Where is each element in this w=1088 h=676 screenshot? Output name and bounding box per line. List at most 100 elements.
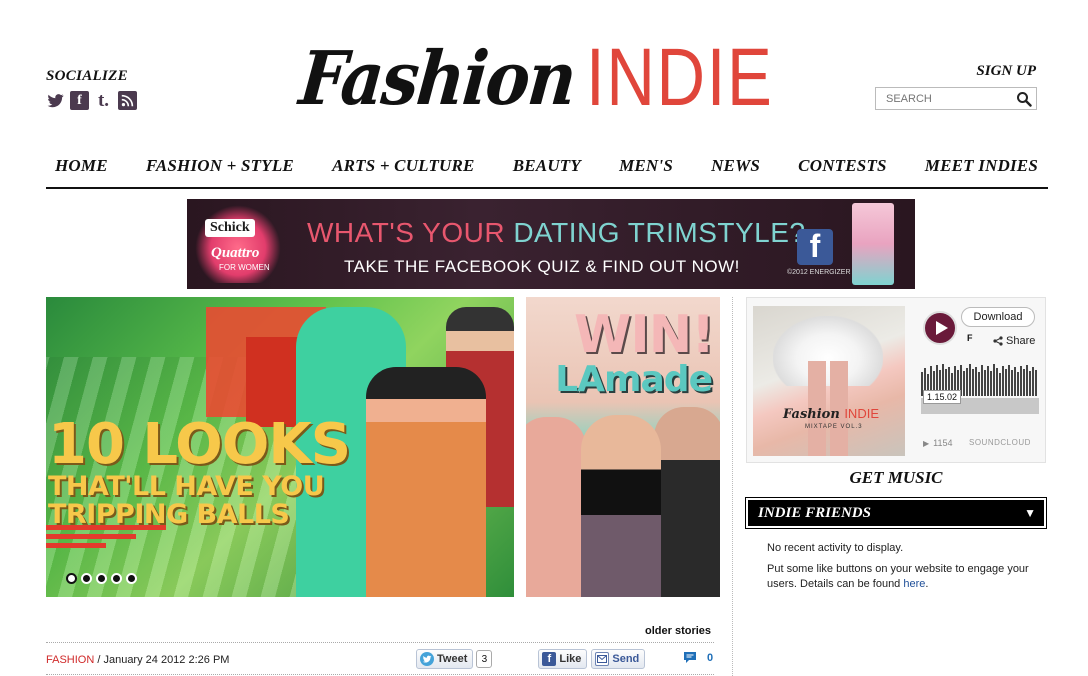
logo-indie: INDIE [586,31,774,123]
indie-friends-header[interactable]: INDIE FRIENDS ▼ [745,497,1047,529]
razor-product-image [852,203,894,285]
schick-brand-logo: Schick Quattro FOR WOMEN [195,205,281,283]
tweet-button[interactable]: Tweet [416,649,474,669]
older-stories-link[interactable]: older stories [645,625,711,637]
banner-headline-a: WHAT'S YOUR [307,217,514,248]
tumblr-icon[interactable]: t. [94,90,113,111]
chevron-down-icon[interactable]: ▼ [1024,506,1036,520]
page: SOCIALIZE f t. Fashion INDIE SIGN UP HOM… [0,0,1088,676]
site-logo[interactable]: Fashion INDIE [296,20,790,135]
divider [46,674,714,675]
banner-headline: WHAT'S YOUR DATING TRIMSTYLE? [307,217,806,249]
like-button[interactable]: f Like [538,649,588,669]
nav-contests[interactable]: CONTESTS [798,156,887,176]
socialize-block: SOCIALIZE f t. [46,68,137,111]
rss-icon[interactable] [118,91,137,110]
slider-dot[interactable] [66,573,77,584]
search-icon[interactable] [1016,91,1032,107]
track-title: F [967,333,973,343]
search-input[interactable] [886,92,1011,105]
post-date: / January 24 2012 2:26 PM [94,654,230,666]
slider-dot[interactable] [126,573,137,584]
download-button[interactable]: Download [961,307,1035,327]
post-category-link[interactable]: FASHION [46,654,94,666]
nav-news[interactable]: NEWS [711,156,760,176]
album-subtitle: MIXTAPE VOL.3 [805,424,863,430]
nav-meet-indies[interactable]: MEET INDIES [925,156,1038,176]
album-artwork: Fashion INDIE MIXTAPE VOL.3 [753,306,905,456]
win-promo[interactable]: WIN! LAmade [526,297,720,597]
nav-beauty[interactable]: BEAUTY [513,156,581,176]
comments-number: 0 [707,651,714,664]
banner-copyright: ©2012 ENERGIZER [787,269,851,276]
album-title: Fashion INDIE [783,406,879,422]
share-button[interactable]: Share [993,335,1035,347]
banner-subline: TAKE THE FACEBOOK QUIZ & FIND OUT NOW! [344,257,740,276]
search-box [875,87,1037,110]
banner-ad[interactable]: Schick Quattro FOR WOMEN WHAT'S YOUR DAT… [187,199,915,289]
play-count-value: 1154 [933,438,953,448]
socialize-title: SOCIALIZE [46,68,128,84]
brand-name: Schick [205,219,255,237]
play-button[interactable] [923,311,957,345]
brand-sub2: FOR WOMEN [219,263,270,272]
share-bar: Tweet 3 f Like Send [416,649,646,669]
send-icon [595,652,610,666]
post-meta: FASHION / January 24 2012 2:26 PM [46,654,229,666]
feature-line1: 10 LOOKS [48,412,351,477]
divider [46,642,714,643]
tweet-count: 3 [476,650,493,668]
play-count: ▶ 1154 [923,438,953,448]
album-title-b: INDIE [844,406,879,421]
twitter-icon[interactable] [46,91,65,110]
nav-mens[interactable]: MEN'S [619,156,673,176]
promo-win: WIN! [574,305,715,365]
send-button[interactable]: Send [591,649,646,669]
play-count-icon: ▶ [923,438,930,448]
soundcloud-logo[interactable]: SOUNDCLOUD [969,438,1031,447]
feature-slider[interactable]: 10 LOOKS THAT'LL HAVE YOU TRIPPING BALLS [46,297,514,597]
facebook-icon[interactable]: f [70,91,89,110]
slider-dot[interactable] [111,573,122,584]
activity-empty-text: No recent activity to display. [767,542,904,554]
comment-icon [684,652,696,663]
play-icon [935,321,948,335]
brand-sub: Quattro [211,245,260,261]
logo-script: Fashion [295,33,579,122]
slider-dots [66,573,137,584]
facebook-icon: f [797,228,833,265]
activity-note-period: . [925,578,929,590]
album-title-a: Fashion [783,407,840,422]
nav-arts-culture[interactable]: ARTS + CULTURE [332,156,475,176]
column-divider [732,297,733,676]
send-label: Send [612,653,640,665]
feature-headline: 10 LOOKS THAT'LL HAVE YOU TRIPPING BALLS [48,412,351,529]
facebook-activity-feed: No recent activity to display. Put some … [767,541,1037,592]
tweet-label: Tweet [437,653,468,665]
model-figure [581,415,661,597]
activity-note-link[interactable]: here [903,578,925,590]
share-icon [993,336,1003,346]
promo-brand: LAmade [555,359,713,400]
twitter-icon [420,652,434,666]
feature-stripes [46,525,166,565]
signup-link[interactable]: SIGN UP [976,63,1036,80]
feature-line2: THAT'LL HAVE YOU [48,471,325,502]
nav-fashion-style[interactable]: FASHION + STYLE [146,156,294,176]
get-music-link[interactable]: GET MUSIC [746,468,1046,488]
slider-dot[interactable] [96,573,107,584]
nav-home[interactable]: HOME [55,156,108,176]
main-nav: HOME FASHION + STYLE ARTS + CULTURE BEAU… [46,150,1048,189]
slider-dot[interactable] [81,573,92,584]
model-figure [654,407,720,597]
like-label: Like [559,653,582,665]
soundcloud-player: Fashion INDIE MIXTAPE VOL.3 Download F S… [746,297,1046,463]
banner-headline-b: DATING TRIMSTYLE? [513,217,806,248]
activity-note: Put some like buttons on your website to… [767,562,1037,592]
indie-friends-title: INDIE FRIENDS [758,504,871,521]
model-figure [526,417,586,597]
comments-count[interactable]: 0 [683,651,713,664]
model-figure [366,367,486,597]
social-icons: f t. [46,90,137,111]
facebook-icon: f [542,652,557,666]
